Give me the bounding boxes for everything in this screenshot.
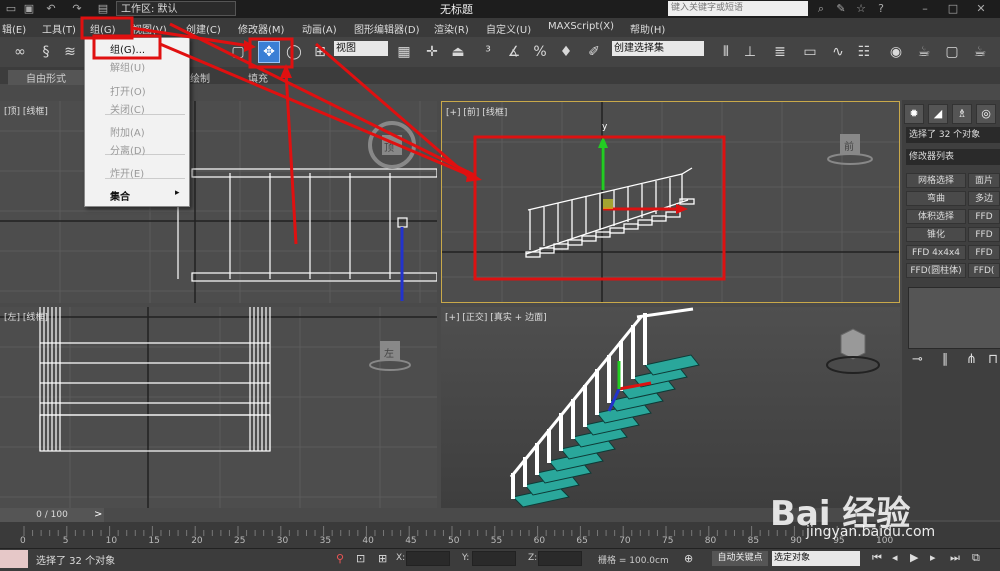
- watermark-url: jingyan.baidu.com: [806, 524, 936, 540]
- tutorial-annotations: [80, 16, 482, 245]
